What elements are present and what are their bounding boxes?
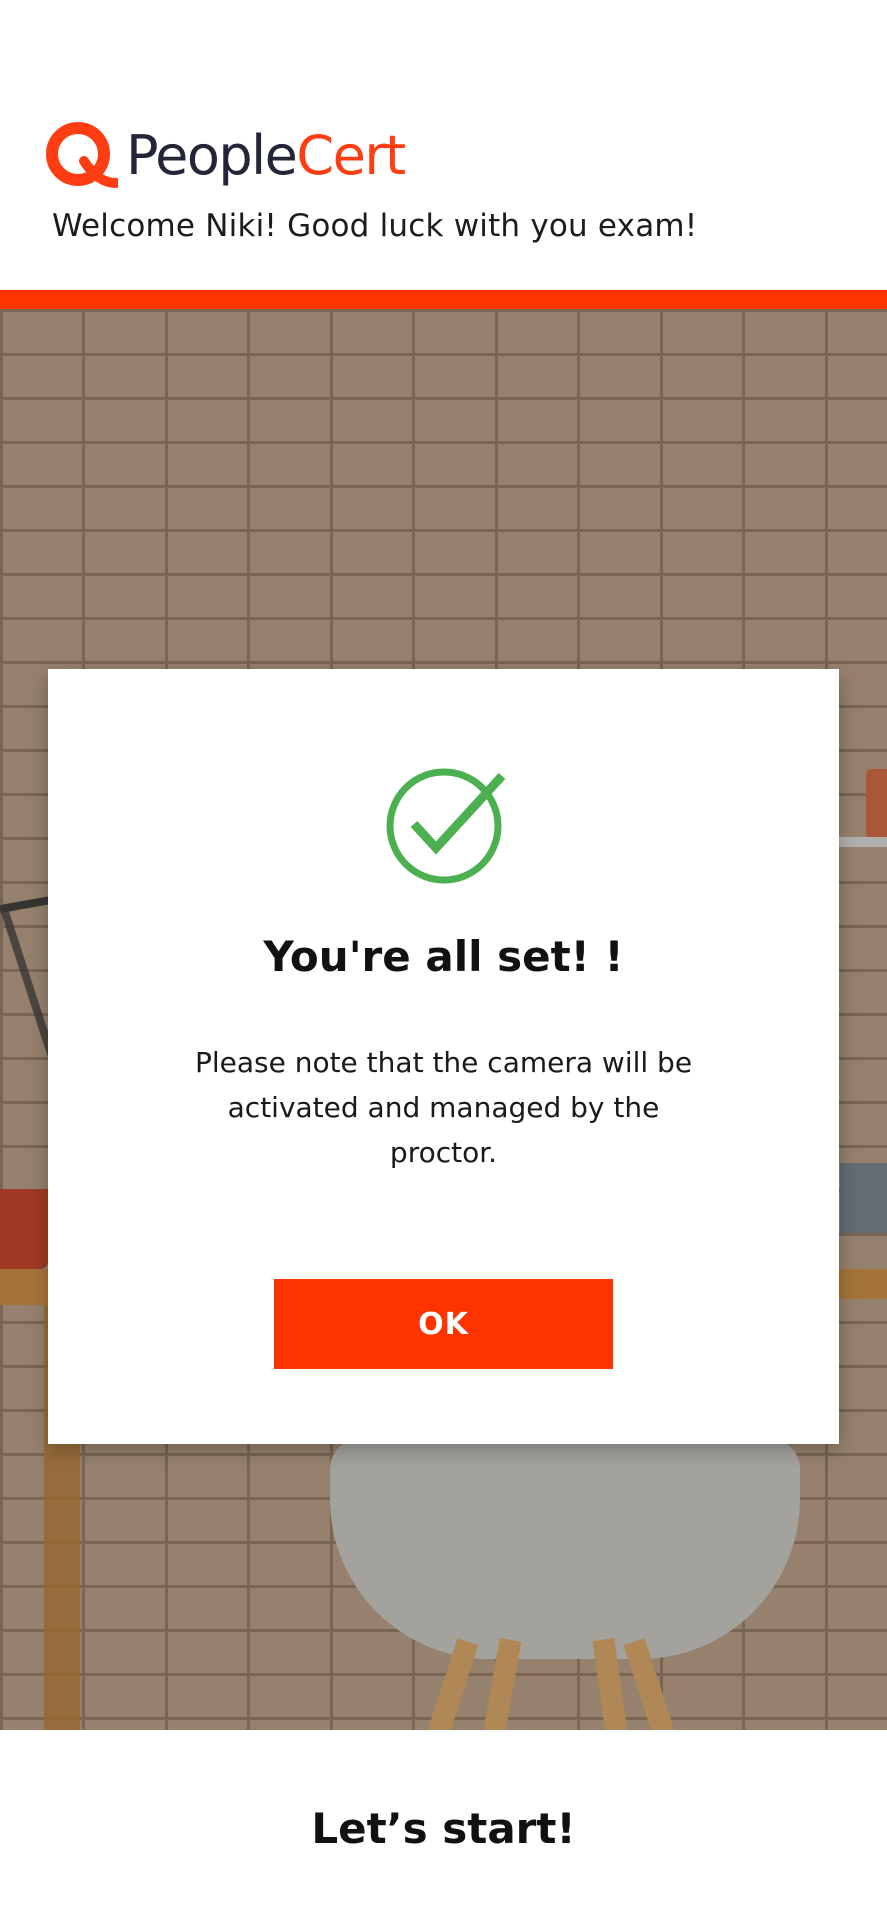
dialog-title: You're all set! ! — [263, 932, 624, 981]
accent-bar — [0, 290, 887, 309]
footer: Let’s start! — [0, 1730, 887, 1920]
ok-button[interactable]: OK — [274, 1279, 613, 1369]
peoplecert-logo-icon — [46, 122, 118, 188]
logo-text-people: People — [126, 124, 298, 187]
confirmation-dialog: You're all set! ! Please note that the c… — [48, 669, 839, 1444]
header: PeopleCert Welcome Niki! Good luck with … — [0, 0, 887, 290]
peoplecert-logo: PeopleCert — [46, 121, 406, 191]
dialog-message: Please note that the camera will be acti… — [194, 1046, 693, 1169]
lets-start-heading: Let’s start! — [311, 1804, 576, 1853]
logo-text-cert: Cert — [296, 124, 406, 187]
check-circle-icon — [386, 768, 506, 884]
welcome-message: Welcome Niki! Good luck with you exam! — [52, 208, 698, 244]
logo-wordmark: PeopleCert — [126, 129, 406, 183]
